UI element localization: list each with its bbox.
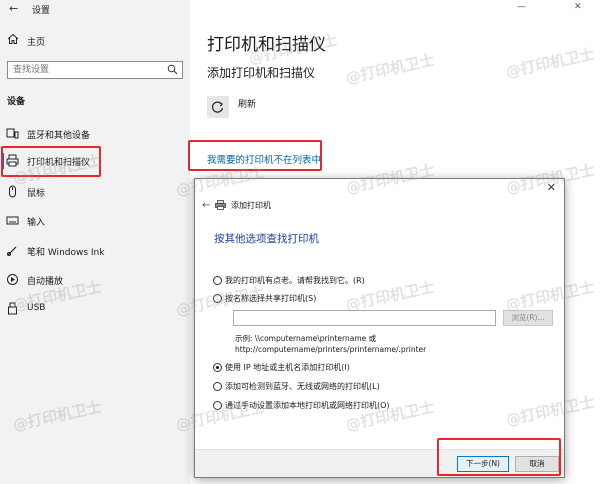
sidebar-item-mouse[interactable]: 鼠标 bbox=[0, 181, 190, 203]
search-input[interactable] bbox=[8, 62, 158, 78]
search-icon[interactable] bbox=[167, 64, 178, 75]
section-heading-devices: 设备 bbox=[7, 97, 26, 107]
highlight-box-buttons bbox=[437, 438, 561, 476]
refresh-icon bbox=[211, 101, 224, 113]
option-label: 我的打印机有点老。请帮我找到它。(R) bbox=[225, 276, 365, 285]
back-arrow-icon[interactable]: ← bbox=[9, 2, 18, 15]
radio-button[interactable] bbox=[213, 276, 222, 285]
sidebar-item-label: 自动播放 bbox=[27, 277, 64, 287]
bluetooth-devices-icon bbox=[6, 128, 19, 139]
dialog-back-icon[interactable]: ← bbox=[202, 200, 210, 211]
window-title-bar: ← 设置 bbox=[0, 0, 190, 18]
dialog-close-icon[interactable]: ✕ bbox=[547, 181, 556, 194]
sidebar-item-pen[interactable]: 笔和 Windows Ink bbox=[0, 240, 190, 262]
radio-button[interactable] bbox=[213, 401, 222, 410]
minimize-icon[interactable]: — bbox=[517, 2, 526, 12]
highlight-box-link bbox=[188, 140, 322, 171]
example-text-line2: http://computername/printers/printername… bbox=[235, 345, 427, 354]
autoplay-icon bbox=[7, 274, 18, 285]
refresh-label: 刷新 bbox=[238, 100, 257, 110]
sidebar-item-label: 输入 bbox=[27, 218, 46, 228]
sidebar-item-label: USB bbox=[27, 303, 46, 313]
window-title: 设置 bbox=[32, 6, 51, 16]
sidebar-item-label: 蓝牙和其他设备 bbox=[27, 131, 91, 141]
dialog-title: 添加打印机 bbox=[231, 201, 271, 210]
option-label: 添加可检测到蓝牙、无线或网络的打印机(L) bbox=[225, 382, 380, 391]
option-label: 使用 IP 地址或主机名添加打印机(I) bbox=[225, 363, 350, 372]
keyboard-icon bbox=[6, 216, 19, 225]
browse-button[interactable]: 浏览(R)... bbox=[503, 310, 553, 326]
pen-icon bbox=[7, 246, 17, 256]
option-label: 按名称选择共享打印机(S) bbox=[225, 294, 317, 303]
add-printer-dialog: ✕ ← 添加打印机 按其他选项查找打印机 我的打印机有点老。请帮我找到它。(R)… bbox=[194, 178, 565, 478]
option-label: 通过手动设置添加本地打印机或网络打印机(O) bbox=[225, 401, 390, 410]
page-title: 打印机和扫描仪 bbox=[207, 35, 326, 55]
sidebar-item-bluetooth[interactable]: 蓝牙和其他设备 bbox=[0, 123, 190, 145]
sidebar-item-autoplay[interactable]: 自动播放 bbox=[0, 269, 190, 291]
sidebar-item-label: 笔和 Windows Ink bbox=[27, 248, 105, 258]
search-box[interactable] bbox=[7, 61, 183, 79]
sidebar-item-label: 鼠标 bbox=[27, 189, 46, 199]
watermark-text: @打印机卫士 bbox=[344, 50, 437, 88]
mouse-icon bbox=[9, 185, 16, 198]
home-icon bbox=[7, 33, 19, 44]
usb-icon bbox=[8, 302, 17, 315]
watermark-text: @打印机卫士 bbox=[504, 44, 597, 82]
sidebar-item-typing[interactable]: 输入 bbox=[0, 210, 190, 232]
shared-printer-name-input[interactable] bbox=[233, 310, 496, 326]
example-text-line1: 示例: \\computername\printername 或 bbox=[235, 334, 377, 343]
radio-button-selected[interactable] bbox=[213, 363, 222, 372]
radio-button[interactable] bbox=[213, 382, 222, 391]
section-subtitle: 添加打印机和扫描仪 bbox=[207, 66, 316, 80]
sidebar-item-label: 主页 bbox=[27, 38, 46, 48]
printer-icon bbox=[215, 200, 226, 210]
sidebar-item-usb[interactable]: USB bbox=[0, 298, 190, 320]
close-icon[interactable]: ✕ bbox=[574, 2, 582, 12]
highlight-box-sidebar bbox=[1, 146, 101, 177]
dialog-heading: 按其他选项查找打印机 bbox=[214, 233, 319, 245]
refresh-button[interactable] bbox=[207, 96, 229, 118]
settings-sidebar: ← 设置 主页 设备 蓝牙和其他设备 打印机和扫描仪 bbox=[0, 0, 190, 484]
radio-button[interactable] bbox=[213, 294, 222, 303]
sidebar-item-home[interactable]: 主页 bbox=[0, 32, 190, 52]
